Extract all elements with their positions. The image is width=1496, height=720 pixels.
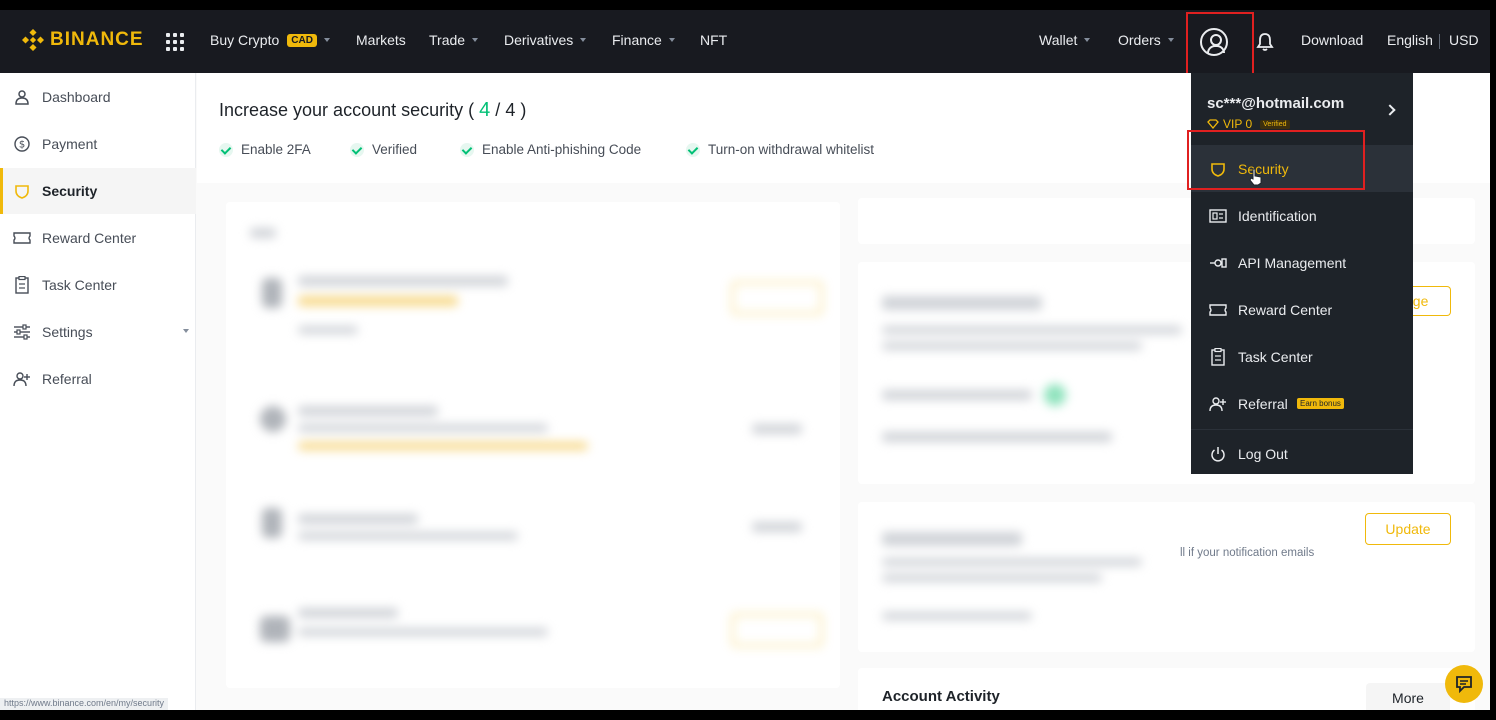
blurred-content — [858, 502, 1158, 652]
dropdown-divider — [1191, 429, 1413, 430]
highlight-box-account — [1186, 12, 1254, 78]
dropdown-item-referral[interactable]: Referral Earn bonus — [1191, 381, 1413, 427]
browser-frame: BINANCE Buy Crypto CAD Markets Trade Der… — [0, 10, 1490, 710]
chevron-down-icon — [1084, 38, 1091, 42]
check-circle-icon — [460, 142, 474, 157]
more-button[interactable]: More — [1366, 683, 1450, 710]
status-bar-url: https://www.binance.com/en/my/security — [0, 698, 169, 710]
check-circle-icon — [350, 142, 364, 157]
dropdown-item-reward-center[interactable]: Reward Center — [1191, 287, 1413, 333]
chevron-right-icon[interactable] — [1384, 104, 1396, 116]
sidebar-item-reward-center[interactable]: Reward Center — [0, 215, 196, 261]
earn-bonus-badge: Earn bonus — [1297, 398, 1344, 409]
apps-grid-icon[interactable] — [166, 33, 184, 51]
binance-logo[interactable]: BINANCE — [22, 29, 144, 51]
dropdown-item-identification[interactable]: Identification — [1191, 193, 1413, 239]
chevron-down-icon — [1167, 38, 1174, 42]
id-card-icon — [1209, 207, 1227, 225]
sidebar: Dashboard $ Payment Security Reward Cent… — [0, 73, 196, 710]
nav-download[interactable]: Download — [1301, 32, 1363, 48]
diamond-icon — [1207, 119, 1219, 129]
clipboard-icon — [13, 276, 31, 294]
nav-nft[interactable]: NFT — [700, 32, 727, 48]
chat-support-icon[interactable] — [1445, 665, 1483, 703]
update-button[interactable]: Update — [1365, 513, 1451, 545]
vip-level: VIP 0 Verified — [1207, 117, 1290, 131]
chevron-down-icon — [668, 38, 675, 42]
nav-currency[interactable]: USD — [1449, 32, 1479, 48]
user-icon — [13, 88, 31, 106]
user-plus-icon — [1209, 395, 1227, 413]
highlight-box-security — [1187, 130, 1365, 190]
hand-cursor-icon — [1249, 168, 1262, 186]
power-icon — [1209, 445, 1227, 463]
check-withdrawal-whitelist: Turn-on withdrawal whitelist — [686, 142, 874, 157]
bell-icon[interactable] — [1256, 32, 1274, 52]
sidebar-item-referral[interactable]: Referral — [0, 356, 196, 402]
security-methods-card-blurred — [226, 202, 840, 688]
currency-badge: CAD — [287, 33, 317, 47]
nav-finance[interactable]: Finance — [612, 32, 675, 48]
brand-name: BINANCE — [50, 29, 144, 50]
sliders-icon — [13, 323, 31, 341]
sidebar-item-payment[interactable]: $ Payment — [0, 121, 196, 167]
check-circle-icon — [219, 142, 233, 157]
security-total-count: 4 — [505, 100, 516, 120]
binance-logo-icon — [22, 29, 44, 51]
sidebar-item-task-center[interactable]: Task Center — [0, 262, 196, 308]
sidebar-item-dashboard[interactable]: Dashboard — [0, 74, 196, 120]
sidebar-item-settings[interactable]: Settings — [0, 309, 196, 355]
check-circle-icon — [686, 142, 700, 157]
nav-trade[interactable]: Trade — [429, 32, 479, 48]
nav-language[interactable]: English — [1387, 32, 1433, 48]
blurred-content — [226, 202, 840, 688]
nav-wallet[interactable]: Wallet — [1039, 32, 1091, 48]
sidebar-item-security[interactable]: Security — [0, 168, 196, 214]
nav-divider — [1439, 34, 1440, 49]
top-nav: BINANCE Buy Crypto CAD Markets Trade Der… — [0, 10, 1490, 78]
nav-derivatives[interactable]: Derivatives — [504, 32, 587, 48]
shield-icon — [13, 182, 31, 200]
security-done-count: 4 — [479, 99, 491, 121]
nav-buy-crypto[interactable]: Buy Crypto CAD — [210, 32, 330, 48]
svg-text:$: $ — [19, 140, 25, 151]
notification-hint: ll if your notification emails — [1180, 547, 1315, 559]
account-activity-heading: Account Activity — [882, 688, 1000, 705]
account-email[interactable]: sc***@hotmail.com — [1207, 95, 1344, 112]
dropdown-item-logout[interactable]: Log Out — [1191, 431, 1413, 477]
user-plus-icon — [13, 370, 31, 388]
dropdown-item-api-management[interactable]: API Management — [1191, 240, 1413, 286]
clipboard-icon — [1209, 348, 1227, 366]
ticket-icon — [1209, 301, 1227, 319]
ticket-icon — [13, 229, 31, 247]
dropdown-item-task-center[interactable]: Task Center — [1191, 334, 1413, 380]
nav-markets[interactable]: Markets — [356, 32, 406, 48]
api-icon — [1209, 254, 1227, 272]
dollar-icon: $ — [13, 135, 31, 153]
chevron-down-icon — [580, 38, 587, 42]
nav-orders[interactable]: Orders — [1118, 32, 1174, 48]
chevron-down-icon — [323, 38, 330, 42]
page-title: Increase your account security ( 4 / 4 ) — [219, 99, 527, 121]
check-enable-2fa: Enable 2FA — [219, 142, 311, 157]
check-verified: Verified — [350, 142, 417, 157]
chevron-down-icon — [472, 38, 479, 42]
chevron-down-icon — [183, 329, 189, 333]
verified-badge: Verified — [1260, 119, 1290, 129]
check-anti-phishing: Enable Anti-phishing Code — [460, 142, 641, 157]
